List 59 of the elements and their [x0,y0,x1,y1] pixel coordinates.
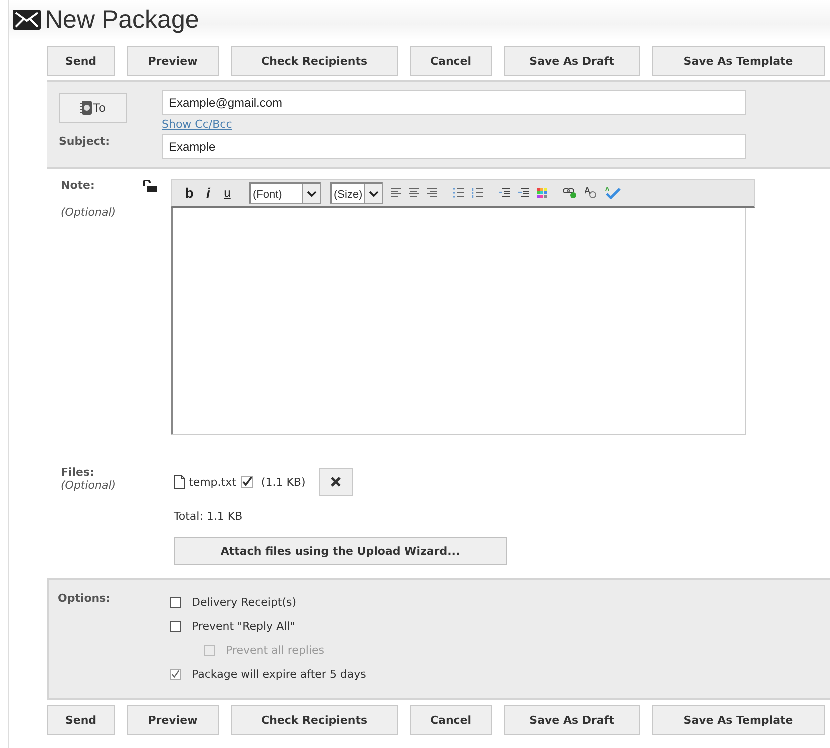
numbered-list-icon[interactable] [472,188,483,198]
action-button[interactable]: Preview [127,705,219,735]
action-button[interactable]: Save As Template [652,46,825,76]
show-cc-bcc-link[interactable]: Show Cc/Bcc [162,118,232,131]
files-label: Files: [61,466,96,479]
close-icon [330,477,341,487]
file-checkbox[interactable] [241,476,254,488]
envelope-icon [13,10,41,30]
file-size: (1.1 KB) [261,476,306,488]
remove-file-button[interactable] [318,468,353,496]
action-button[interactable]: Check Recipients [231,46,398,76]
link-icon[interactable] [563,188,577,198]
options-label: Options: [58,592,112,607]
option-label: Prevent "Reply All" [192,620,296,633]
optional-hint: (Optional) [61,479,118,492]
action-button[interactable]: Save As Draft [504,46,640,76]
action-button[interactable]: Save As Template [652,705,825,735]
action-button[interactable]: Save As Draft [504,705,640,735]
align-right-icon[interactable] [427,188,437,198]
bullet-list-icon[interactable] [453,188,464,198]
format-button[interactable]: u [218,186,237,200]
address-book-icon [80,101,92,115]
indent-icon[interactable] [518,188,529,198]
option-label: Delivery Receipt(s) [192,596,297,609]
color-grid-icon[interactable] [537,188,547,198]
size-select[interactable]: (Size) [330,182,383,204]
action-button[interactable]: Preview [127,46,219,76]
padlock-icon[interactable] [143,180,157,192]
option-label: Prevent all replies [226,644,325,657]
action-button[interactable]: Cancel [410,46,492,76]
file-name: temp.txt [189,476,236,488]
note-label: Note: [61,179,95,192]
option-label: Package will expire after 5 days [192,668,366,681]
option-checkbox[interactable] [170,669,181,680]
chevron-down-icon [306,190,316,196]
chevron-down-icon [368,190,378,196]
option-checkbox[interactable] [170,597,181,608]
to-field[interactable]: Example@gmail.com [162,90,746,115]
spellcheck-icon[interactable] [605,187,621,199]
file-icon [174,474,186,490]
format-button[interactable]: i [199,185,218,201]
font-select[interactable]: (Font) [249,182,321,204]
action-button[interactable]: Cancel [410,705,492,735]
format-button[interactable]: b [180,185,199,201]
action-button[interactable]: Send [47,46,115,76]
optional-hint: (Optional) [61,206,118,219]
page-title: New Package [45,6,200,34]
outdent-icon[interactable] [499,188,510,198]
subject-label: Subject: [59,135,112,148]
text-style-icon[interactable] [585,187,597,199]
total-size: Total: 1.1 KB [174,510,244,523]
to-button[interactable]: To [59,93,127,123]
subject-field[interactable]: Example [162,134,746,159]
action-button[interactable]: Check Recipients [231,705,398,735]
align-center-icon[interactable] [409,188,419,198]
option-checkbox[interactable] [170,621,181,632]
action-button[interactable]: Send [47,705,115,735]
attach-files-button[interactable]: Attach files using the Upload Wizard... [174,537,507,565]
align-left-icon[interactable] [391,188,401,198]
